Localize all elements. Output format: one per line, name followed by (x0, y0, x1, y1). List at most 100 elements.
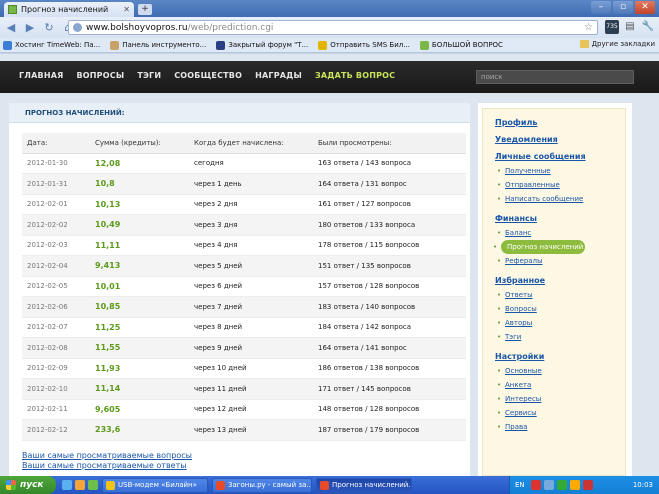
cell-date: 2012-02-01 (22, 194, 90, 215)
quick-launch-icon[interactable] (88, 480, 98, 490)
address-bar[interactable]: www.bolshoyvopros.ru/web/prediction.cgi … (68, 20, 598, 35)
language-indicator[interactable]: EN (515, 481, 525, 489)
clock: 10:03 (632, 481, 653, 489)
cell-amount: 10,8 (90, 173, 189, 195)
column-header-viewed: Были просмотрены: (313, 133, 466, 154)
sidebar-item-active[interactable]: Прогноз начислений (493, 240, 585, 254)
sidebar-item[interactable]: Написать сообщение (495, 192, 625, 206)
sidebar-item[interactable]: Анкета (495, 378, 625, 392)
sidebar-item[interactable]: Основные (495, 364, 625, 378)
cell-date: 2012-02-11 (22, 399, 90, 420)
sidebar-section-link[interactable]: Настройки (495, 352, 625, 361)
browser-tab[interactable]: Прогноз начислений ✕ (4, 2, 134, 17)
bookmark-item[interactable]: БОЛЬШОЙ ВОПРОС (419, 40, 503, 50)
nav-ask-question[interactable]: ЗАДАТЬ ВОПРОС (315, 71, 395, 80)
sidebar-item[interactable]: Сервисы (495, 406, 625, 420)
most-viewed-answers-link[interactable]: Ваши самые просматриваемые ответы (22, 461, 192, 471)
site-navbar: ГЛАВНАЯ ВОПРОСЫ ТЭГИ СООБЩЕСТВО НАГРАДЫ … (0, 61, 659, 93)
sidebar-item[interactable]: Ответы (495, 288, 625, 302)
sidebar-item[interactable]: Права (495, 420, 625, 434)
sidebar-item[interactable]: Отправленные (495, 178, 625, 192)
bookmark-favicon-icon (318, 40, 328, 50)
window-controls: – ▫ ✕ (591, 1, 655, 14)
tray-icon[interactable] (530, 480, 541, 490)
sidebar-item[interactable]: Тэги (495, 330, 625, 344)
quick-launch-icon[interactable] (75, 480, 85, 490)
tab-title: Прогноз начислений (21, 5, 109, 14)
tray-icon[interactable] (543, 480, 554, 490)
taskbar-task[interactable]: USB-модем «Билайн» (102, 477, 208, 493)
main-content: ПРОГНОЗ НАЧИСЛЕНИЙ: Дата: Сумма (кредиты… (9, 103, 470, 476)
minimize-icon[interactable]: – (591, 1, 611, 14)
other-bookmarks-button[interactable]: Другие закладки (579, 40, 655, 48)
cell-viewed: 183 ответа / 140 вопросов (313, 296, 466, 318)
sidebar-item[interactable]: Интересы (495, 392, 625, 406)
bookmark-label: Закрытый форум "Т... (228, 41, 309, 49)
cell-when: через 9 дней (189, 337, 313, 359)
task-label: USB-модем «Билайн» (118, 481, 197, 489)
bookmark-item[interactable]: Закрытый форум "Т... (216, 40, 309, 50)
cell-viewed: 164 ответа / 131 вопрос (313, 173, 466, 195)
page-title: ПРОГНОЗ НАЧИСЛЕНИЙ: (9, 103, 470, 123)
close-window-icon[interactable]: ✕ (635, 1, 655, 14)
cell-date: 2012-02-06 (22, 296, 90, 318)
nav-home[interactable]: ГЛАВНАЯ (19, 71, 63, 80)
wrench-icon[interactable]: 🔧 (641, 20, 655, 34)
nav-awards[interactable]: НАГРАДЫ (255, 71, 302, 80)
tray-icon[interactable] (556, 480, 567, 490)
bookmark-star-icon[interactable]: ☆ (584, 21, 593, 34)
sidebar-section-link[interactable]: Финансы (495, 214, 625, 223)
quick-launch-icon[interactable] (62, 480, 72, 490)
nav-questions[interactable]: ВОПРОСЫ (76, 71, 124, 80)
tray-icon[interactable] (582, 480, 593, 490)
table-row: 2012-02-11 9,605 через 12 дней 148 ответов … (22, 399, 466, 420)
tray-icon[interactable] (569, 480, 580, 490)
column-header-when: Когда будет начислена: (189, 133, 313, 154)
bookmark-item[interactable]: Хостинг TimeWeb: Па... (3, 40, 100, 50)
most-viewed-questions-link[interactable]: Ваши самые просматриваемые вопросы (22, 451, 192, 461)
sidebar: Профиль Уведомления Личные сообщения Получе… (478, 103, 632, 476)
sidebar-item[interactable]: Авторы (495, 316, 625, 330)
cell-when: через 10 дней (189, 358, 313, 379)
sidebar-item[interactable]: Полученные (495, 164, 625, 178)
close-tab-icon[interactable]: ✕ (123, 5, 130, 14)
bookmark-item[interactable]: Панель инструменто... (110, 40, 207, 50)
start-label: пуск (20, 480, 44, 490)
page-menu-icon[interactable]: ▤ (623, 20, 637, 34)
nav-community[interactable]: СООБЩЕСТВО (174, 71, 242, 80)
bookmark-label: Панель инструменто... (122, 41, 207, 49)
bookmark-item[interactable]: Отправить SMS Бил... (318, 40, 410, 50)
taskbar-task-active[interactable]: Прогноз начислений... (316, 477, 412, 493)
taskbar-task[interactable]: Загоны.ру - самый за... (212, 477, 312, 493)
site-search-input[interactable]: поиск (476, 70, 634, 84)
start-button[interactable]: пуск (0, 476, 56, 494)
sidebar-section-link[interactable]: Уведомления (495, 135, 625, 144)
cell-when: через 12 дней (189, 399, 313, 420)
cell-amount: 11,93 (90, 358, 189, 379)
sidebar-section-link[interactable]: Избранное (495, 276, 625, 285)
forward-arrow-icon[interactable]: ▶ (22, 20, 38, 36)
cell-amount: 11,11 (90, 235, 189, 256)
table-row: 2012-02-10 11,14 через 11 дней 171 ответ / … (22, 378, 466, 400)
nav-tags[interactable]: ТЭГИ (137, 71, 161, 80)
back-arrow-icon[interactable]: ◀ (3, 20, 19, 36)
table-header-row: Дата: Сумма (кредиты): Когда будет начис… (22, 133, 466, 154)
cell-amount: 10,13 (90, 194, 189, 215)
sidebar-section-link[interactable]: Профиль (495, 118, 625, 127)
maximize-icon[interactable]: ▫ (613, 1, 633, 14)
cell-amount: 11,55 (90, 337, 189, 359)
cell-date: 2012-01-31 (22, 173, 90, 195)
sidebar-item[interactable]: Рефералы (495, 254, 625, 268)
sidebar-item[interactable]: Вопросы (495, 302, 625, 316)
cell-amount: 9,413 (90, 255, 189, 277)
windows-taskbar: пуск USB-модем «Билайн» Загоны.ру - самы… (0, 476, 659, 494)
sidebar-section-link[interactable]: Личные сообщения (495, 152, 625, 161)
sidebar-item[interactable]: Баланс (495, 226, 625, 240)
extension-counter-badge[interactable]: 735 (605, 20, 619, 34)
new-tab-button[interactable]: + (138, 4, 152, 15)
cell-amount: 10,01 (90, 276, 189, 297)
url-path: /web/prediction.cgi (187, 22, 274, 33)
page-info-icon[interactable] (73, 23, 82, 32)
reload-icon[interactable]: ↻ (41, 20, 57, 36)
cell-when: через 1 день (189, 173, 313, 195)
